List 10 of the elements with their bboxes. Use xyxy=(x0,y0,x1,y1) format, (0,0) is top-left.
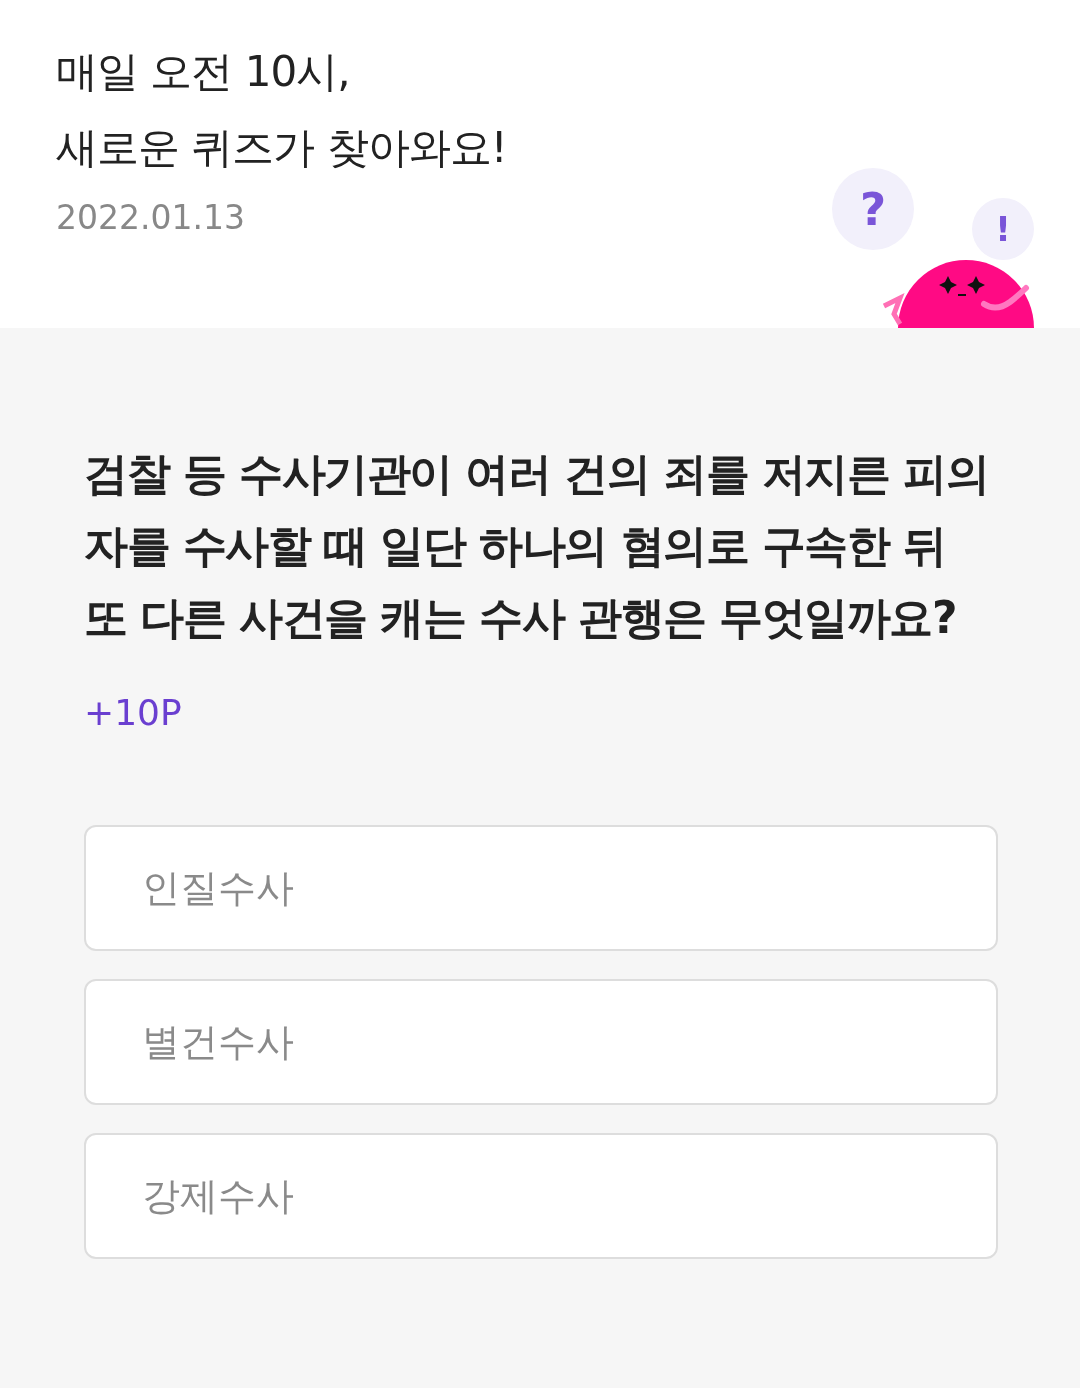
points-reward: +10P xyxy=(84,692,183,733)
headline: 매일 오전 10시, xyxy=(56,46,351,98)
speech-bubble: ! xyxy=(972,198,1034,260)
answer-option[interactable]: 별건수사 xyxy=(84,979,998,1105)
speech-bubble: ? xyxy=(832,168,914,250)
quiz-question: 검찰 등 수사기관이 여러 건의 죄를 저지른 피의자를 수사할 때 일단 하나의 혐의로 구속한 뒤 또 다른 사건을 캐는 수사 관행은 무엇일까요? xyxy=(84,447,990,645)
answer-option[interactable]: 인질수사 xyxy=(84,825,998,951)
headline: 새로운 퀴즈가 찾아와요! xyxy=(56,122,508,174)
quiz-date: 2022.01.13 xyxy=(56,198,245,237)
answer-option[interactable]: 강제수사 xyxy=(84,1133,998,1259)
